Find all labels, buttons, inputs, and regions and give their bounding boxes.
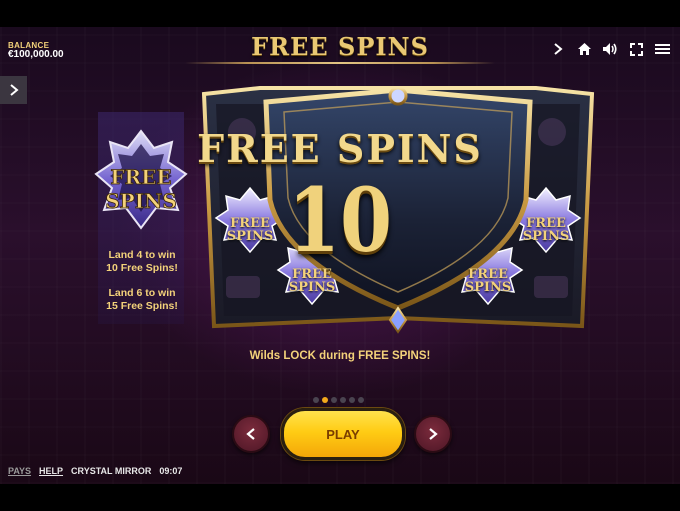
top-toolbar [550, 41, 670, 57]
title-divider [185, 62, 495, 64]
page-dot[interactable] [358, 397, 364, 403]
chevron-right-icon [9, 84, 19, 96]
speaker-icon[interactable] [602, 41, 618, 57]
side-panel-toggle[interactable] [0, 76, 27, 104]
rule-land-6: Land 6 to win 15 Free Spins! [92, 287, 192, 313]
page-dot[interactable] [349, 397, 355, 403]
footer-bar: PAYS HELP CRYSTAL MIRROR 09:07 [8, 466, 182, 476]
wilds-lock-note: Wilds LOCK during FREE SPINS! [249, 350, 431, 362]
chevron-right-icon[interactable] [550, 41, 566, 57]
page-dot[interactable] [313, 397, 319, 403]
page-dot[interactable] [340, 397, 346, 403]
play-button[interactable]: PLAY [281, 408, 405, 460]
pays-link[interactable]: PAYS [8, 466, 31, 476]
free-spins-count: 10 [287, 168, 393, 272]
chevron-left-icon [246, 428, 255, 440]
chevron-right-icon [429, 428, 438, 440]
previous-page-button[interactable] [232, 415, 270, 453]
page-indicator [313, 397, 364, 403]
wild-label-line2: SPINS [288, 280, 336, 295]
next-page-button[interactable] [414, 415, 452, 453]
menu-icon[interactable] [654, 41, 670, 57]
help-link[interactable]: HELP [39, 466, 63, 476]
rule-land-6-line1: Land 6 to win [108, 287, 176, 299]
wild-label-line2: SPINS [464, 280, 512, 295]
game-name: CRYSTAL MIRROR [71, 466, 152, 476]
home-icon[interactable] [576, 41, 592, 57]
page-dot-active[interactable] [322, 397, 328, 403]
banner-heading: FREE SPINS [197, 126, 483, 171]
fullscreen-icon[interactable] [628, 41, 644, 57]
rule-land-6-line2: 15 Free Spins! [106, 300, 178, 312]
clock: 09:07 [159, 466, 183, 476]
page-dot[interactable] [331, 397, 337, 403]
